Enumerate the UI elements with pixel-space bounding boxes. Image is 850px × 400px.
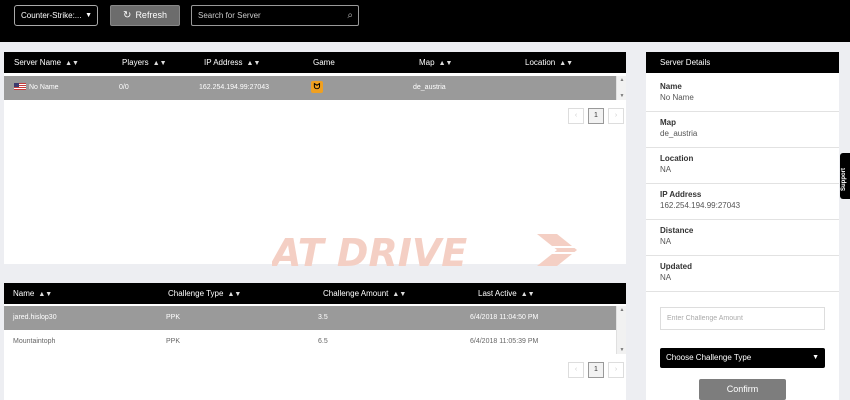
table-row[interactable]: No Name 0/0 162.254.194.99:27043 ᗢ de_au… [4,76,616,100]
sort-icon: ▲▼ [392,291,407,298]
detail-label: IP Address [660,190,702,199]
game-select-value: Counter-Strike:... [21,11,82,20]
scroll-down-icon[interactable]: ▼ [617,92,627,100]
scroll-down-icon[interactable]: ▼ [617,346,627,354]
top-bar: Counter-Strike:... ▼ ↻Refresh ⌕ [0,0,850,42]
column-map[interactable]: Map ▲▼ [419,52,452,74]
detail-location: Location NA [646,148,839,184]
challenge-type-select[interactable]: Choose Challenge Type ▼ [660,348,825,368]
sort-icon: ▲▼ [520,291,535,298]
table-row[interactable]: Mountaintoph PPK 6.5 6/4/2018 11:05:39 P… [4,330,616,354]
column-name[interactable]: Name ▲▼ [13,283,52,305]
watermark-stripe [540,246,576,248]
column-challenge-type[interactable]: Challenge Type ▲▼ [168,283,241,305]
chevron-down-icon: ▼ [812,354,819,361]
refresh-icon: ↻ [123,10,132,21]
prev-page-button[interactable]: ‹ [568,108,584,124]
search-icon[interactable]: ⌕ [347,10,353,21]
column-challenge-amount[interactable]: Challenge Amount ▲▼ [323,283,406,305]
last-active-cell: 6/4/2018 11:04:50 PM [470,314,539,321]
ip-address-cell: 162.254.194.99:27043 [199,84,270,91]
server-table-header: Server Name ▲▼ Players ▲▼ IP Address ▲▼ Gam… [4,52,626,73]
column-last-active[interactable]: Last Active ▲▼ [478,283,535,305]
search-input[interactable] [192,6,342,25]
sort-icon: ▲▼ [227,291,242,298]
search-box: ⌕ [191,5,359,26]
challenge-type-cell: PPK [166,338,181,345]
next-page-button[interactable]: › [608,108,624,124]
detail-value: 162.254.194.99:27043 [660,201,741,210]
server-list-scrollbar[interactable]: ▲ ▼ [616,76,626,100]
confirm-button[interactable]: Confirm [699,379,786,400]
sort-icon: ▲▼ [65,60,79,67]
players-cell: 0/0 [119,84,129,91]
refresh-label: Refresh [135,10,167,20]
column-players[interactable]: Players ▲▼ [122,52,167,74]
challenge-list-scrollbar[interactable]: ▲ ▼ [616,306,626,354]
sort-icon: ▲▼ [438,60,453,67]
support-tab-label: Support [841,168,847,191]
sort-icon: ▲▼ [246,60,261,67]
watermark-text: AT DRIVE [272,232,467,272]
detail-label: Updated [660,262,692,271]
server-pagination: ‹ 1 › [568,108,624,124]
detail-updated: Updated NA [646,256,839,292]
detail-value: NA [660,237,672,246]
watermark-chevron [537,234,577,266]
sort-icon: ▲▼ [152,60,167,67]
game-select-dropdown[interactable]: Counter-Strike:... ▼ [14,5,98,26]
detail-label: Name [660,82,682,91]
page-number-button[interactable]: 1 [588,362,604,378]
detail-label: Map [660,118,676,127]
prev-page-button[interactable]: ‹ [568,362,584,378]
watermark-stripe [540,252,576,254]
challenge-amount-input[interactable] [661,308,821,329]
detail-value: NA [660,165,672,174]
challenge-amount-cell: 6.5 [318,338,328,345]
detail-name: Name No Name [646,76,839,112]
detail-distance: Distance NA [646,220,839,256]
map-cell: de_austria [413,84,446,91]
support-tab[interactable]: Support [840,153,850,199]
detail-map: Map de_austria [646,112,839,148]
detail-label: Location [660,154,694,163]
details-header: Server Details [646,52,839,73]
sort-icon: ▲▼ [559,60,574,67]
challenge-table-header: Name ▲▼ Challenge Type ▲▼ Challenge Amount… [4,283,626,304]
scroll-up-icon[interactable]: ▲ [617,76,627,84]
detail-value: de_austria [660,129,698,138]
server-list-panel: Server Name ▲▼ Players ▲▼ IP Address ▲▼ Gam… [4,52,626,272]
scroll-up-icon[interactable]: ▲ [617,306,627,314]
sort-icon: ▲▼ [38,291,53,298]
at-drive-watermark-logo: AT DRIVE [272,232,577,272]
page-number-button[interactable]: 1 [588,108,604,124]
column-ip-address[interactable]: IP Address ▲▼ [204,52,260,74]
us-flag-icon [14,83,26,90]
challenge-pagination: ‹ 1 › [568,362,624,378]
detail-label: Distance [660,226,694,235]
chevron-down-icon: ▼ [85,12,92,19]
detail-value: NA [660,273,672,282]
last-active-cell: 6/4/2018 11:05:39 PM [470,338,539,345]
challenge-type-value: Choose Challenge Type [666,353,752,362]
next-page-button[interactable]: › [608,362,624,378]
challenge-list-panel: Name ▲▼ Challenge Type ▲▼ Challenge Amount… [4,283,626,400]
column-game: Game [313,58,335,67]
column-location[interactable]: Location ▲▼ [525,52,573,74]
table-row[interactable]: jared.hislop30 PPK 3.5 6/4/2018 11:04:50… [4,306,616,330]
detail-value: No Name [660,93,694,102]
challenger-name-cell: Mountaintoph [13,338,56,345]
column-server-name[interactable]: Server Name ▲▼ [14,52,79,74]
refresh-button[interactable]: ↻ Refresh [110,5,180,26]
challenge-amount-cell: 3.5 [318,314,328,321]
counter-strike-icon: ᗢ [311,81,323,93]
challenger-name-cell: jared.hislop30 [13,314,57,321]
server-name-cell: No Name [14,76,59,100]
detail-ip-address: IP Address 162.254.194.99:27043 [646,184,839,220]
challenge-amount-field [660,307,825,330]
challenge-type-cell: PPK [166,314,181,321]
